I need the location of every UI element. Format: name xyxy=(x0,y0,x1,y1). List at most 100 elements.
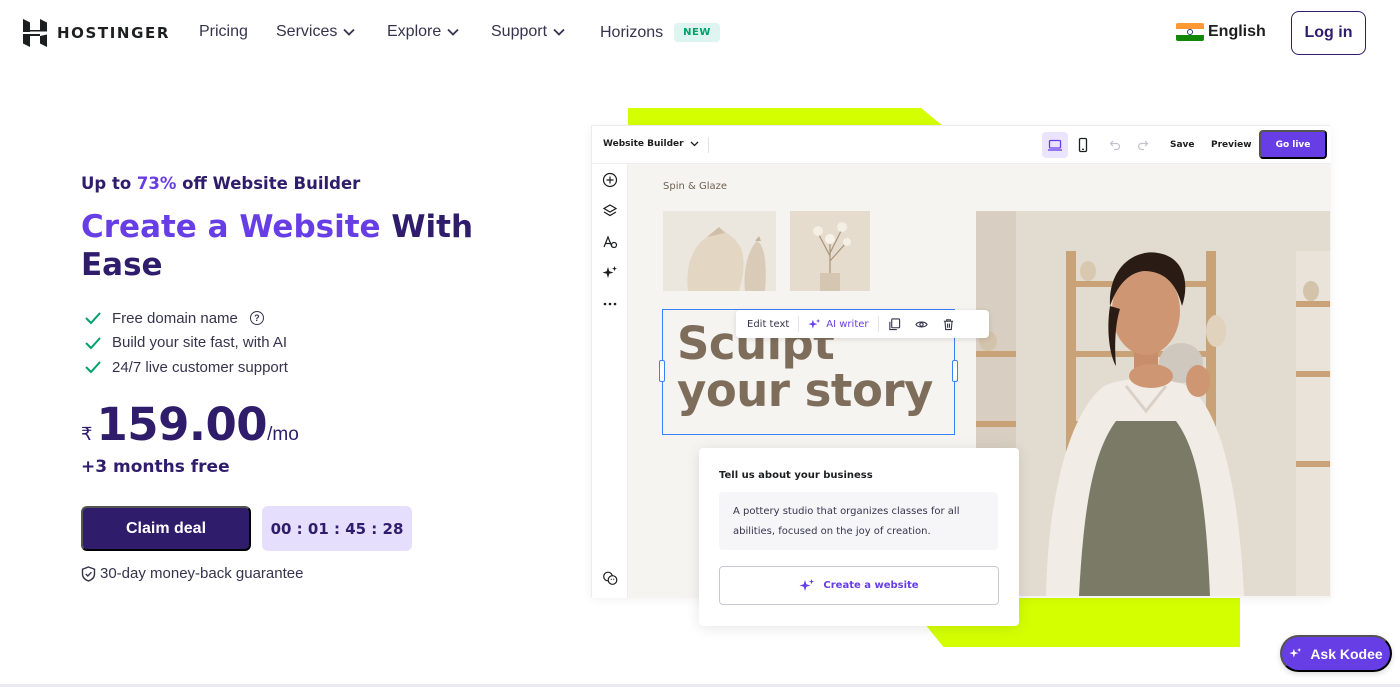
edit-text-button[interactable]: Edit text xyxy=(747,319,789,330)
flowers-illustration xyxy=(790,211,870,291)
site-name: Spin & Glaze xyxy=(663,181,728,192)
check-icon xyxy=(85,361,101,374)
ai-tools-button[interactable] xyxy=(601,264,619,282)
check-icon xyxy=(85,337,101,350)
resize-handle-left[interactable] xyxy=(659,360,665,382)
guarantee-text: 30-day money-back guarantee xyxy=(100,565,304,582)
potter-photo xyxy=(976,211,1330,596)
mobile-view-button[interactable] xyxy=(1070,132,1096,158)
resize-handle-right[interactable] xyxy=(952,360,958,382)
duplicate-button[interactable] xyxy=(888,317,901,331)
currency-symbol: ₹ xyxy=(81,424,93,445)
laptop-icon xyxy=(1048,139,1062,151)
feature-text: 24/7 live customer support xyxy=(112,358,288,376)
vase-image xyxy=(663,211,776,291)
nav-support-label: Support xyxy=(491,23,548,40)
chevron-down-icon xyxy=(690,141,699,147)
chevron-down-icon xyxy=(553,28,565,36)
copy-icon xyxy=(888,317,900,330)
preview-button[interactable]: Preview xyxy=(1211,140,1252,150)
eye-icon xyxy=(914,321,928,327)
feature-list: Free domain name ? Build your site fast,… xyxy=(84,306,288,380)
website-builder-preview: Website Builder Save Preview Go live Spi… xyxy=(591,125,1331,626)
redo-icon[interactable] xyxy=(1137,139,1149,151)
builder-canvas: Spin & Glaze Sculpt your story Edit text… xyxy=(628,164,1331,626)
headline-highlight: Create a Website xyxy=(81,209,381,245)
builder-sidebar xyxy=(592,164,628,598)
chevron-down-icon xyxy=(447,28,459,36)
subtitle-prefix: Up to xyxy=(81,174,137,193)
nav-explore[interactable]: Explore xyxy=(387,23,459,41)
more-button[interactable] xyxy=(601,295,619,313)
settings-button[interactable] xyxy=(601,569,619,587)
claim-deal-button[interactable]: Claim deal xyxy=(81,506,251,551)
ai-prompt-card: Tell us about your business A pottery st… xyxy=(699,448,1019,626)
nav-services[interactable]: Services xyxy=(276,23,355,41)
divider xyxy=(798,316,800,332)
nav-horizons[interactable]: Horizons NEW xyxy=(600,23,720,42)
flowers-image xyxy=(790,211,870,291)
sparkles-icon xyxy=(808,318,821,329)
potter-illustration xyxy=(976,211,1330,596)
hostinger-logo[interactable]: HOSTINGER xyxy=(23,19,170,47)
money-back-guarantee: 30-day money-back guarantee xyxy=(81,565,303,582)
site-heading-line2: your story xyxy=(677,364,933,417)
feature-text: Build your site fast, with AI xyxy=(112,334,288,352)
builder-title-dropdown[interactable]: Website Builder xyxy=(603,139,699,149)
login-button[interactable]: Log in xyxy=(1291,11,1366,55)
text-edit-toolbar: Edit text AI writer xyxy=(736,310,989,338)
hostinger-logo-icon xyxy=(23,19,47,47)
create-website-label: Create a website xyxy=(823,580,919,591)
builder-toolbar: Website Builder Save Preview Go live xyxy=(592,126,1331,164)
ai-writer-label: AI writer xyxy=(826,318,869,330)
layers-icon xyxy=(602,204,618,217)
help-circle-icon[interactable]: ? xyxy=(249,311,264,326)
language-selector[interactable]: English xyxy=(1176,23,1266,41)
feature-text: Free domain name xyxy=(112,309,238,327)
brand-name: HOSTINGER xyxy=(57,24,170,42)
countdown-timer: 00 : 01 : 45 : 28 xyxy=(262,506,412,551)
hero-subtitle: Up to 73% off Website Builder xyxy=(81,174,360,193)
save-button[interactable]: Save xyxy=(1170,140,1195,150)
phone-icon xyxy=(1078,137,1088,153)
nav-pricing[interactable]: Pricing xyxy=(199,23,248,41)
more-horizontal-icon xyxy=(603,302,617,306)
builder-title: Website Builder xyxy=(603,139,684,149)
create-website-button[interactable]: Create a website xyxy=(719,566,999,605)
chevron-down-icon xyxy=(343,28,355,36)
top-nav: HOSTINGER Pricing Services Explore Suppo… xyxy=(0,0,1400,66)
language-label: English xyxy=(1208,23,1266,40)
price-block: ₹ 159.00 /mo xyxy=(81,398,299,451)
text-style-icon xyxy=(603,235,618,249)
undo-icon[interactable] xyxy=(1109,139,1121,151)
nav-services-label: Services xyxy=(276,23,338,40)
list-item: Build your site fast, with AI xyxy=(84,331,288,356)
divider xyxy=(877,316,879,332)
list-item: Free domain name ? xyxy=(84,306,288,331)
add-section-button[interactable] xyxy=(601,171,619,189)
styles-button[interactable] xyxy=(601,233,619,251)
ask-kodee-button[interactable]: Ask Kodee xyxy=(1280,635,1392,672)
layers-button[interactable] xyxy=(601,202,619,220)
divider xyxy=(708,137,709,153)
faces-icon xyxy=(603,571,618,585)
visibility-button[interactable] xyxy=(914,318,928,331)
plus-circle-icon xyxy=(602,172,618,188)
desktop-view-button[interactable] xyxy=(1042,132,1068,158)
india-flag-icon xyxy=(1176,23,1204,41)
bonus-text: +3 months free xyxy=(81,457,230,477)
subtitle-suffix: off Website Builder xyxy=(176,174,361,193)
discount-highlight: 73% xyxy=(136,174,177,193)
sparkles-icon xyxy=(1289,647,1302,658)
nav-support[interactable]: Support xyxy=(491,23,565,41)
go-live-button[interactable]: Go live xyxy=(1259,130,1327,159)
hero-headline: Create a Website With Ease xyxy=(81,208,501,284)
business-description-input[interactable]: A pottery studio that organizes classes … xyxy=(719,492,998,550)
shield-check-icon xyxy=(81,565,96,582)
nav-explore-label: Explore xyxy=(387,23,442,40)
sparkles-icon xyxy=(602,266,617,278)
ai-writer-button[interactable]: AI writer xyxy=(808,318,869,331)
delete-button[interactable] xyxy=(942,318,955,331)
ask-kodee-label: Ask Kodee xyxy=(1310,645,1383,662)
new-badge: NEW xyxy=(674,23,720,42)
